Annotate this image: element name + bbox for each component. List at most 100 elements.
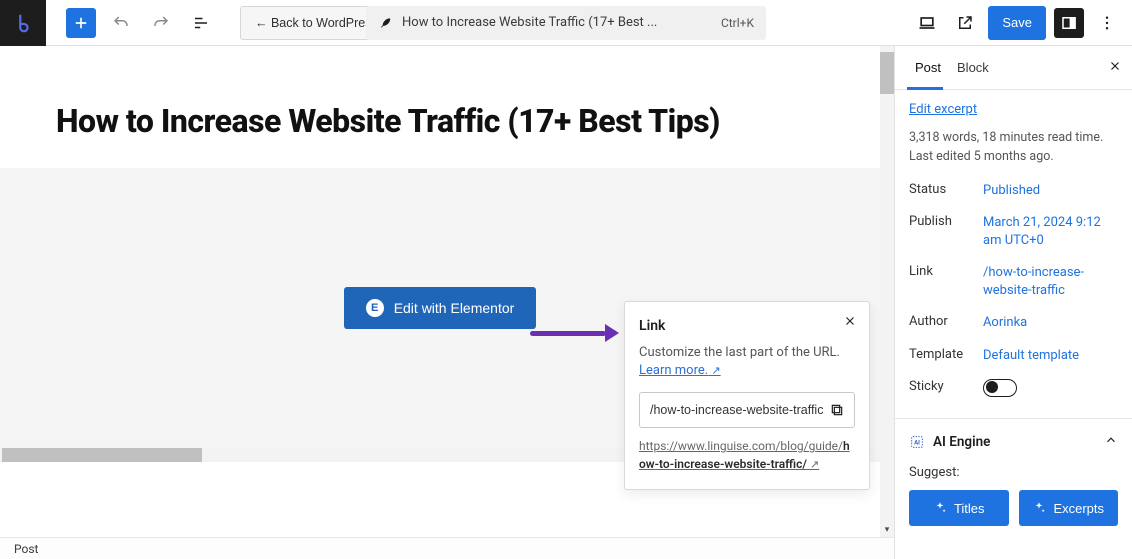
post-title-area[interactable]: How to Increase Website Traffic (17+ Bes… xyxy=(0,46,880,168)
document-title-bar[interactable]: How to Increase Website Traffic (17+ Bes… xyxy=(366,6,766,40)
row-publish[interactable]: Publish March 21, 2024 9:12 am UTC+0 xyxy=(909,207,1118,257)
row-author[interactable]: Author Aorinka xyxy=(909,307,1118,339)
author-label: Author xyxy=(909,314,983,329)
redo-button[interactable] xyxy=(146,8,176,38)
close-sidebar-button[interactable] xyxy=(1108,59,1122,76)
laptop-icon xyxy=(917,13,937,33)
status-bar-label: Post xyxy=(14,542,38,556)
tab-underline xyxy=(907,87,943,90)
status-bar: Post xyxy=(0,537,894,559)
copy-icon xyxy=(829,402,845,418)
status-value: Published xyxy=(983,182,1040,200)
ai-icon: AI xyxy=(909,434,925,450)
edit-with-elementor-button[interactable]: E Edit with Elementor xyxy=(344,287,537,329)
link-value: /how-to-increase-website-traffic xyxy=(983,264,1118,300)
hscroll-thumb[interactable] xyxy=(2,448,202,462)
author-value: Aorinka xyxy=(983,314,1027,332)
learn-more-link[interactable]: Learn more. ↗ xyxy=(639,363,721,378)
vscroll-thumb[interactable] xyxy=(880,52,894,94)
redo-icon xyxy=(152,14,170,32)
permalink-prefix: https://www.linguise.com/blog/guide/ xyxy=(639,439,843,453)
sparkle-icon xyxy=(933,501,947,515)
plus-icon xyxy=(72,14,90,32)
panel-icon xyxy=(1060,14,1078,32)
top-right-tools: Save xyxy=(912,6,1122,40)
sparkle-icon xyxy=(1032,501,1046,515)
slug-field-wrap xyxy=(639,392,855,428)
view-button[interactable] xyxy=(912,8,942,38)
arrow-line xyxy=(530,331,606,336)
external-link-icon xyxy=(956,14,974,32)
suggest-titles-label: Titles xyxy=(954,501,985,516)
ai-engine-panel-head[interactable]: AI AI Engine xyxy=(895,419,1132,465)
post-title: How to Increase Website Traffic (17+ Bes… xyxy=(56,102,824,140)
tab-block[interactable]: Block xyxy=(949,46,997,90)
ai-panel-title: AI Engine xyxy=(933,434,990,450)
topbar: ← Back to WordPress Editor How to Increa… xyxy=(0,0,1132,46)
toggle-sidebar-button[interactable] xyxy=(1054,8,1084,38)
body: How to Increase Website Traffic (17+ Bes… xyxy=(0,46,1132,559)
suggest-titles-button[interactable]: Titles xyxy=(909,490,1009,526)
feather-icon xyxy=(378,16,392,30)
edit-with-elementor-label: Edit with Elementor xyxy=(394,300,515,316)
elementor-icon: E xyxy=(366,299,384,317)
close-icon xyxy=(843,314,857,328)
settings-sidebar: Post Block Edit excerpt 3,318 words, 18 … xyxy=(894,46,1132,559)
vertical-scrollbar[interactable] xyxy=(880,46,894,537)
brand-icon xyxy=(12,12,34,34)
copy-slug-button[interactable] xyxy=(826,399,848,421)
kebab-icon xyxy=(1098,14,1116,32)
publish-label: Publish xyxy=(909,214,983,229)
editor-canvas-wrap: How to Increase Website Traffic (17+ Bes… xyxy=(0,46,894,559)
post-meta-list: Status Published Publish March 21, 2024 … xyxy=(895,173,1132,413)
edit-excerpt-link[interactable]: Edit excerpt xyxy=(909,102,977,117)
sticky-toggle[interactable] xyxy=(983,379,1017,397)
external-arrow-icon: ↗ xyxy=(711,364,720,377)
publish-value: March 21, 2024 9:12 am UTC+0 xyxy=(983,214,1118,250)
slug-input[interactable] xyxy=(650,403,826,417)
svg-text:AI: AI xyxy=(914,440,920,447)
sidebar-tabs: Post Block xyxy=(895,46,1132,90)
add-block-button[interactable] xyxy=(66,8,96,38)
link-popover-desc: Customize the last part of the URL. Lear… xyxy=(639,344,855,380)
sidebar-content: Edit excerpt 3,318 words, 18 minutes rea… xyxy=(895,90,1132,559)
row-sticky: Sticky xyxy=(909,372,1118,410)
last-edited-line: Last edited 5 months ago. xyxy=(909,148,1118,167)
row-template[interactable]: Template Default template xyxy=(909,340,1118,372)
close-icon xyxy=(1108,59,1122,73)
status-label: Status xyxy=(909,182,983,197)
row-status[interactable]: Status Published xyxy=(909,175,1118,207)
document-overview-button[interactable] xyxy=(186,8,216,38)
close-popover-button[interactable] xyxy=(843,314,857,333)
link-popover: Link Customize the last part of the URL.… xyxy=(624,301,870,490)
save-button[interactable]: Save xyxy=(988,6,1046,40)
link-popover-title: Link xyxy=(639,318,855,334)
template-label: Template xyxy=(909,347,983,362)
sticky-label: Sticky xyxy=(909,379,983,394)
document-title: How to Increase Website Traffic (17+ Bes… xyxy=(402,15,711,30)
brand-logo[interactable] xyxy=(0,0,46,46)
annotation-arrow xyxy=(530,324,619,342)
app-root: ← Back to WordPress Editor How to Increa… xyxy=(0,0,1132,559)
tab-post[interactable]: Post xyxy=(907,46,949,90)
open-external-button[interactable] xyxy=(950,8,980,38)
row-link[interactable]: Link /how-to-increase-website-traffic xyxy=(909,257,1118,307)
learn-more-text: Learn more. xyxy=(639,363,708,378)
external-arrow-icon-2: ↗ xyxy=(810,458,819,471)
undo-button[interactable] xyxy=(106,8,136,38)
arrow-head-icon xyxy=(605,324,619,342)
suggest-excerpts-button[interactable]: Excerpts xyxy=(1019,490,1119,526)
permalink-preview[interactable]: https://www.linguise.com/blog/guide/how-… xyxy=(639,438,855,473)
outline-icon xyxy=(192,14,210,32)
suggest-label: Suggest: xyxy=(909,465,1118,480)
keyboard-shortcut: Ctrl+K xyxy=(721,16,754,30)
word-count-line: 3,318 words, 18 minutes read time. xyxy=(909,129,1118,148)
link-label: Link xyxy=(909,264,983,279)
undo-icon xyxy=(112,14,130,32)
suggest-excerpts-label: Excerpts xyxy=(1053,501,1104,516)
chevron-up-icon xyxy=(1104,433,1118,451)
ai-suggest-area: Suggest: Titles Excerpts xyxy=(895,465,1132,538)
more-options-button[interactable] xyxy=(1092,8,1122,38)
scroll-down-arrow[interactable]: ▾ xyxy=(880,523,894,537)
link-desc-text: Customize the last part of the URL. xyxy=(639,345,840,360)
